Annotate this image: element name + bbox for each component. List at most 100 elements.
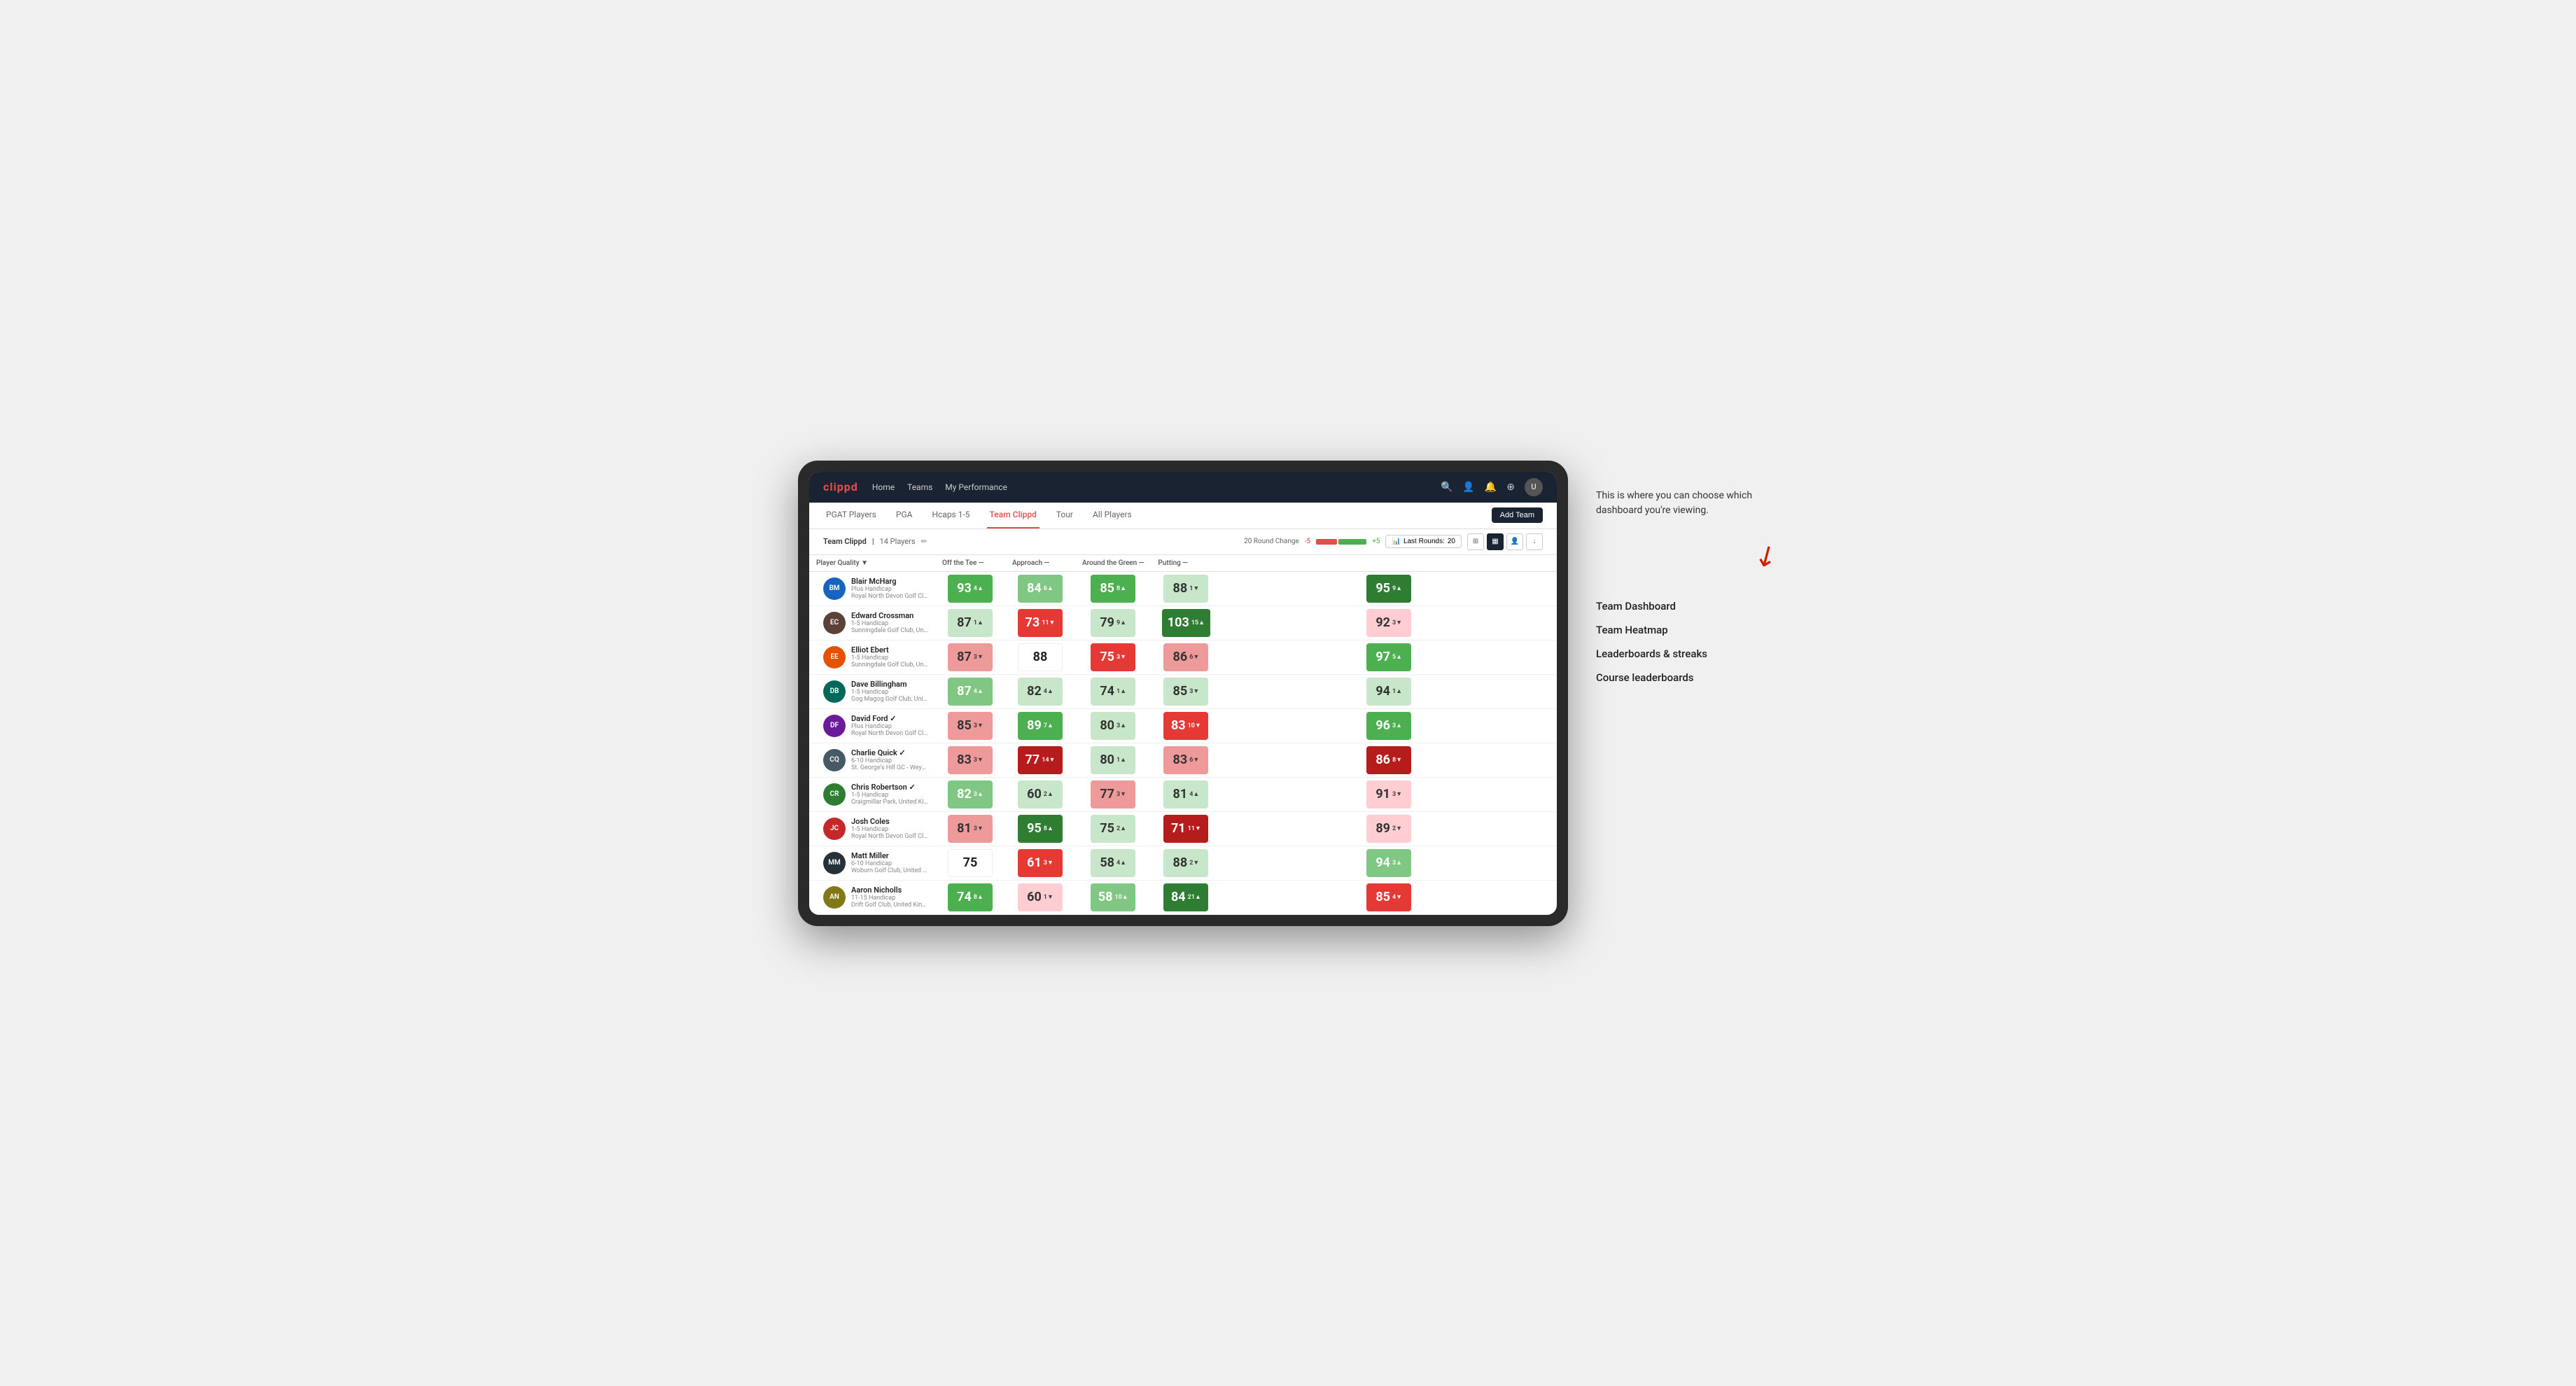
annotation-item-3: Course leaderboards (1596, 671, 1778, 684)
score-value: 85 (1173, 684, 1188, 699)
last-rounds-label: Last Rounds: (1404, 538, 1445, 545)
score-box: 84 6▲ (1018, 575, 1063, 603)
player-info: Matt Miller 6-10 Handicap Woburn Golf Cl… (851, 851, 928, 874)
score-box: 61 3▼ (1018, 849, 1063, 877)
table-row[interactable]: DF David Ford ✓ Plus Handicap Royal Nort… (809, 708, 1557, 743)
player-name: Aaron Nicholls (851, 886, 928, 895)
score-around_green-3: 85 3▼ (1151, 674, 1221, 708)
table-row[interactable]: BM Blair McHarg Plus Handicap Royal Nort… (809, 571, 1557, 606)
tab-pga[interactable]: PGA (893, 502, 916, 528)
table-row[interactable]: EC Edward Crossman 1-5 Handicap Sunningd… (809, 606, 1557, 640)
player-handicap: 1-5 Handicap (851, 620, 928, 627)
score-putting-3: 94 1▲ (1221, 674, 1557, 708)
player-club: Sunningdale Golf Club, United Kingdom (851, 662, 928, 668)
player-name: Elliot Ebert (851, 645, 928, 654)
table-row[interactable]: DB Dave Billingham 1-5 Handicap Gog Mago… (809, 674, 1557, 708)
tab-all-players[interactable]: All Players (1090, 502, 1135, 528)
player-club: St. George's Hill GC - Weybridge - Surre… (851, 764, 928, 771)
nav-link-teams[interactable]: Teams (907, 479, 932, 495)
edit-icon[interactable]: ✏ (921, 537, 927, 546)
score-value: 83 (957, 752, 972, 767)
profile-icon[interactable]: 👤 (1462, 482, 1474, 493)
score-player_quality-0: 93 4▲ (935, 571, 1005, 606)
score-box: 84 21▲ (1163, 883, 1208, 911)
table-row[interactable]: JC Josh Coles 1-5 Handicap Royal North D… (809, 811, 1557, 846)
score-box: 96 3▲ (1366, 712, 1411, 740)
score-box: 75 2▲ (1091, 815, 1135, 843)
view-person-button[interactable]: 👤 (1506, 533, 1523, 550)
score-value: 88 (1173, 581, 1188, 596)
score-box: 89 2▼ (1366, 815, 1411, 843)
score-off_tee-1: 73 11▼ (1005, 606, 1075, 640)
last-rounds-icon: 📊 (1392, 538, 1400, 545)
score-value: 58 (1100, 855, 1114, 870)
score-around_green-1: 103 15▲ (1151, 606, 1221, 640)
player-info: Elliot Ebert 1-5 Handicap Sunningdale Go… (851, 645, 928, 668)
score-player_quality-7: 81 3▼ (935, 811, 1005, 846)
player-club: Drift Golf Club, United Kingdom (851, 902, 928, 909)
bar-negative (1316, 539, 1337, 545)
view-download-button[interactable]: ↓ (1526, 533, 1543, 550)
score-box: 73 11▼ (1018, 609, 1063, 637)
page-wrapper: clippd Home Teams My Performance 🔍 👤 🔔 ⊕… (798, 461, 1778, 926)
score-box: 87 3▼ (948, 643, 993, 671)
player-name: Charlie Quick ✓ (851, 748, 928, 757)
table-row[interactable]: CQ Charlie Quick ✓ 6-10 Handicap St. Geo… (809, 743, 1557, 777)
score-off_tee-5: 77 14▼ (1005, 743, 1075, 777)
score-putting-8: 94 3▲ (1221, 846, 1557, 880)
tab-tour[interactable]: Tour (1054, 502, 1076, 528)
score-around_green-9: 84 21▲ (1151, 880, 1221, 914)
score-value: 82 (1027, 684, 1042, 699)
score-value: 88 (1033, 650, 1048, 664)
player-club: Craigmillar Park, United Kingdom (851, 799, 928, 806)
table-row[interactable]: AN Aaron Nicholls 11-15 Handicap Drift G… (809, 880, 1557, 914)
score-box: 88 (1018, 643, 1063, 671)
player-cell-9: AN Aaron Nicholls 11-15 Handicap Drift G… (809, 880, 935, 914)
score-value: 75 (963, 855, 978, 870)
player-cell-8: MM Matt Miller 6-10 Handicap Woburn Golf… (809, 846, 935, 880)
score-around_green-6: 81 4▲ (1151, 777, 1221, 811)
arrow-icon: ↙ (1748, 535, 1785, 575)
player-avatar: DB (823, 680, 846, 703)
player-name: Chris Robertson ✓ (851, 783, 928, 792)
annotation-item-0: Team Dashboard (1596, 600, 1778, 612)
bell-icon[interactable]: 🔔 (1485, 482, 1497, 493)
score-box: 58 10▲ (1091, 883, 1135, 911)
nav-link-performance[interactable]: My Performance (945, 479, 1007, 495)
annotation-item-2: Leaderboards & streaks (1596, 648, 1778, 660)
annotation-intro: This is where you can choose which dashb… (1596, 489, 1778, 518)
settings-icon[interactable]: ⊕ (1506, 482, 1515, 493)
score-value: 75 (1100, 650, 1114, 664)
add-team-button[interactable]: Add Team (1492, 507, 1543, 523)
player-cell-5: CQ Charlie Quick ✓ 6-10 Handicap St. Geo… (809, 743, 935, 777)
player-name: Matt Miller (851, 851, 928, 860)
nav-link-home[interactable]: Home (872, 479, 895, 495)
tab-hcaps[interactable]: Hcaps 1-5 (929, 502, 972, 528)
team-header: Team Clippd | 14 Players ✏ 20 Round Chan… (809, 529, 1557, 555)
avatar[interactable]: U (1525, 478, 1543, 496)
score-around_green-5: 83 6▼ (1151, 743, 1221, 777)
score-box: 83 6▼ (1163, 746, 1208, 774)
col-off-tee: Off the Tee — (935, 555, 1005, 572)
score-off_tee-3: 82 4▲ (1005, 674, 1075, 708)
table-row[interactable]: CR Chris Robertson ✓ 1-5 Handicap Craigm… (809, 777, 1557, 811)
player-cell-2: EE Elliot Ebert 1-5 Handicap Sunningdale… (809, 640, 935, 674)
view-heatmap-button[interactable]: ▦ (1487, 533, 1504, 550)
nav-links: Home Teams My Performance (872, 479, 1427, 495)
tab-pgat-players[interactable]: PGAT Players (823, 502, 879, 528)
view-grid-button[interactable]: ⊞ (1467, 533, 1484, 550)
last-rounds-button[interactable]: 📊 Last Rounds: 20 (1385, 535, 1462, 548)
score-off_tee-8: 61 3▼ (1005, 846, 1075, 880)
player-avatar: CQ (823, 749, 846, 771)
score-approach-9: 58 10▲ (1075, 880, 1151, 914)
table-row[interactable]: EE Elliot Ebert 1-5 Handicap Sunningdale… (809, 640, 1557, 674)
tablet-screen: clippd Home Teams My Performance 🔍 👤 🔔 ⊕… (809, 472, 1557, 915)
score-off_tee-0: 84 6▲ (1005, 571, 1075, 606)
player-avatar: MM (823, 852, 846, 874)
score-value: 87 (957, 650, 972, 664)
score-off_tee-4: 89 7▲ (1005, 708, 1075, 743)
score-value: 87 (957, 684, 972, 699)
table-row[interactable]: MM Matt Miller 6-10 Handicap Woburn Golf… (809, 846, 1557, 880)
search-icon[interactable]: 🔍 (1441, 482, 1452, 493)
tab-team-clippd[interactable]: Team Clippd (987, 502, 1040, 528)
